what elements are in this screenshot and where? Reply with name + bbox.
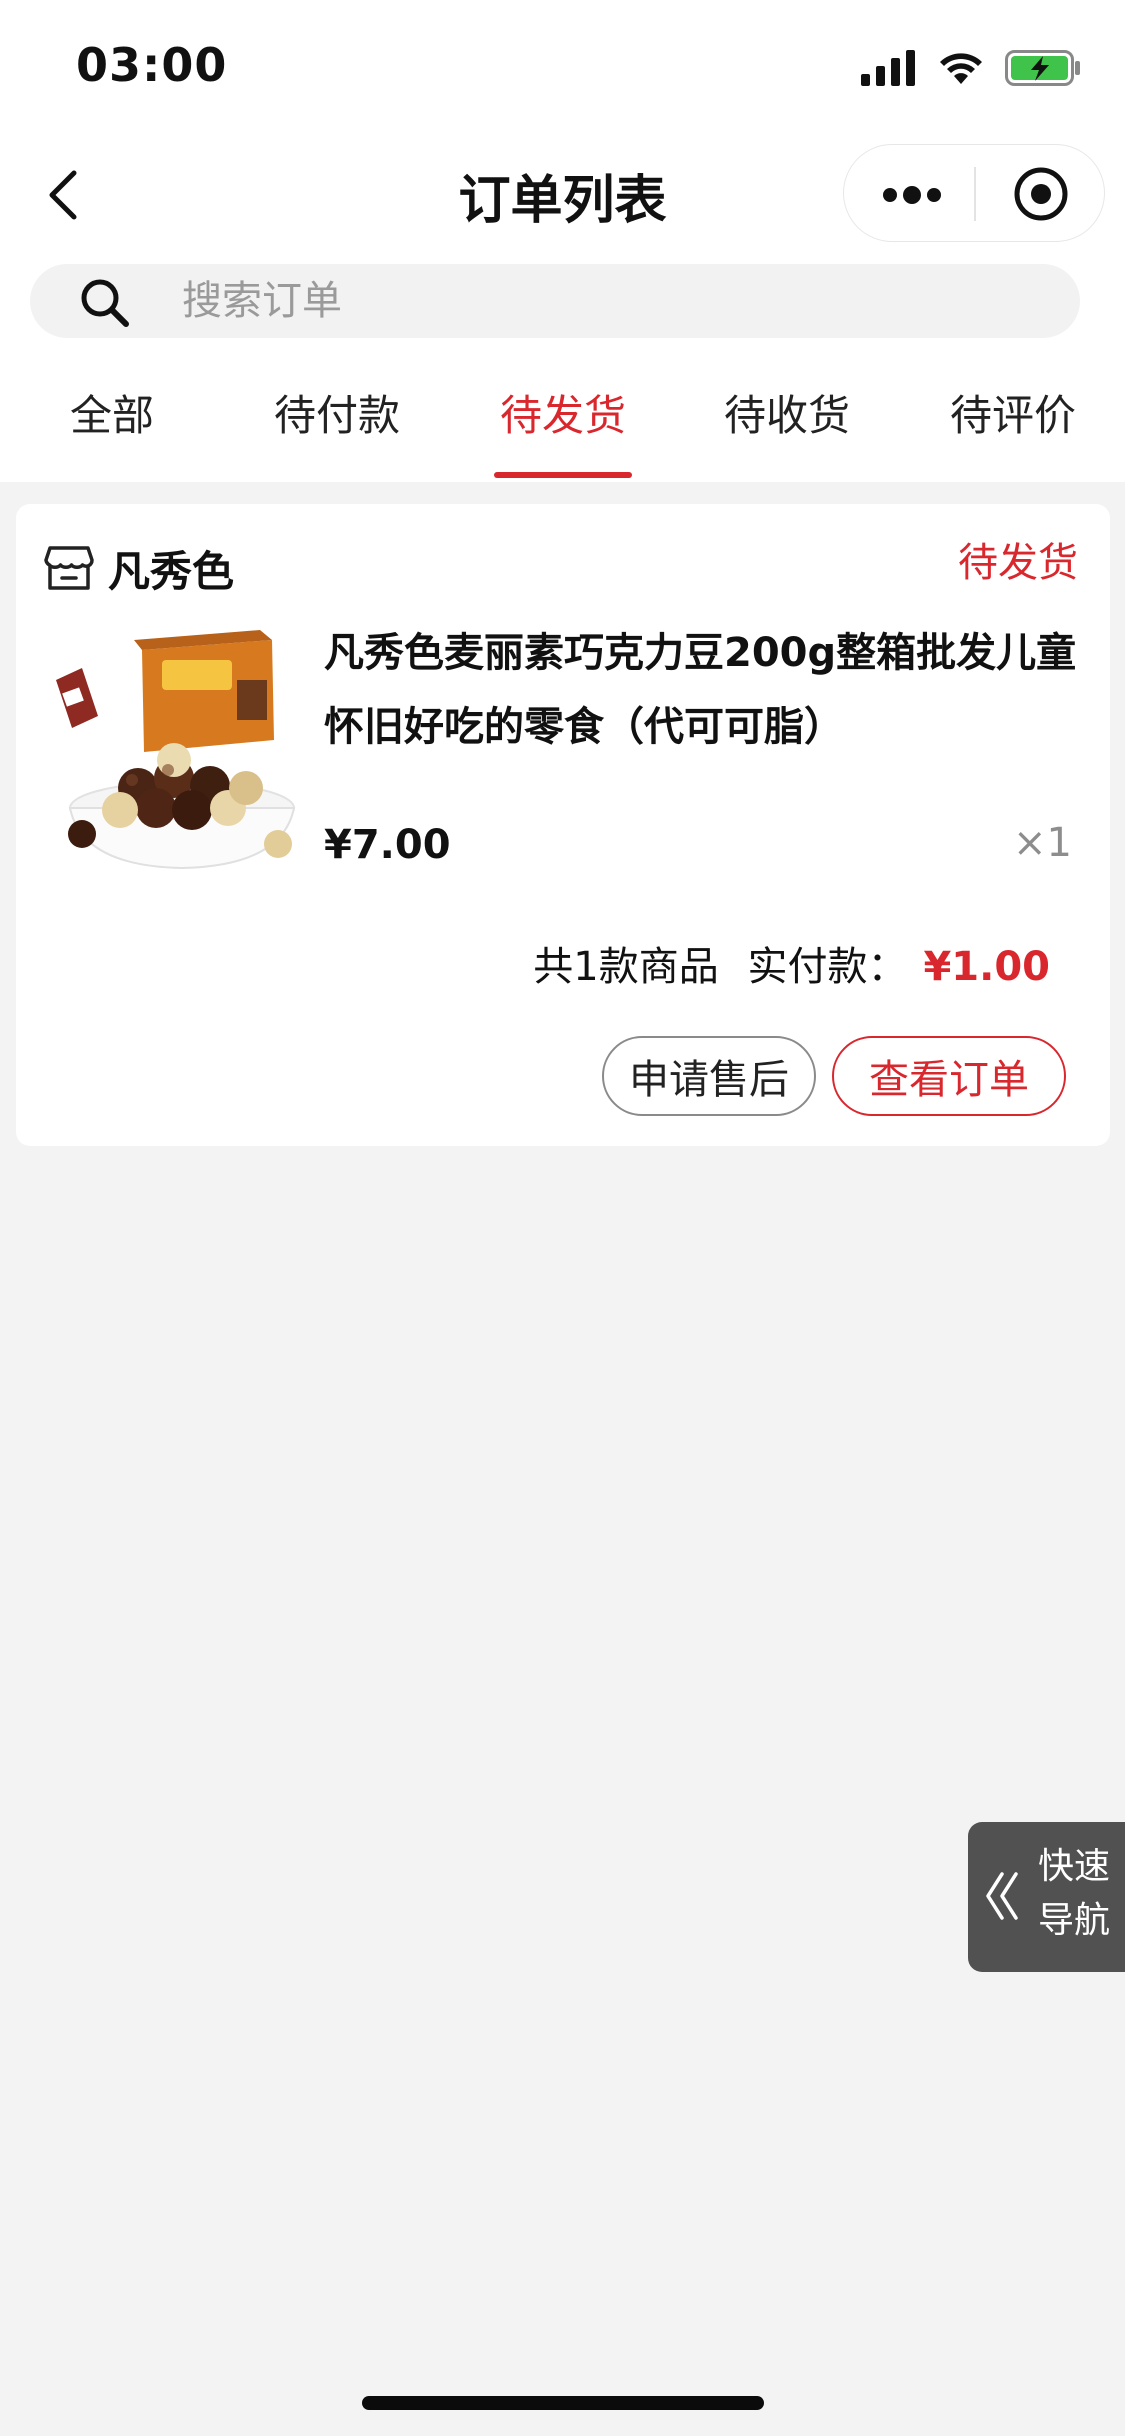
status-bar: 03:00 — [0, 0, 1125, 132]
status-icons — [861, 44, 1081, 92]
tab-all[interactable]: 全部 — [70, 382, 154, 443]
capsule-divider — [974, 167, 976, 221]
quick-nav-button[interactable]: 快速 导航 — [968, 1822, 1125, 1972]
quick-nav-line1: 快速 — [1037, 1846, 1110, 1887]
tab-pending-receipt[interactable]: 待收货 — [724, 382, 850, 443]
quick-nav-line2: 导航 — [1037, 1900, 1110, 1941]
paid-amount: ¥1.00 — [923, 944, 1050, 990]
signal-icon — [861, 50, 915, 86]
search-input[interactable] — [180, 264, 1040, 338]
nav-bar: 订单列表 — [0, 140, 1125, 250]
item-count-text: 共1款商品 — [533, 944, 719, 990]
home-indicator[interactable] — [362, 2396, 764, 2410]
tab-pending-shipment[interactable]: 待发货 — [500, 382, 626, 443]
quick-nav-label: 快速 导航 — [1026, 1840, 1122, 1948]
chocolate-balls-product-image — [42, 620, 298, 876]
order-summary: 共1款商品 实付款： ¥1.00 — [533, 934, 1050, 992]
product-title[interactable]: 凡秀色麦丽素巧克力豆200g整箱批发儿童怀旧好吃的零食（代可可脂） — [324, 616, 1114, 764]
apply-after-sale-button[interactable]: 申请售后 — [602, 1036, 816, 1116]
paid-label: 实付款： — [747, 944, 908, 990]
shop-name[interactable]: 凡秀色 — [108, 538, 234, 599]
order-status-badge: 待发货 — [958, 540, 1078, 586]
store-icon — [44, 546, 94, 590]
order-tabs: 全部 待付款 待发货 待收货 待评价 — [0, 370, 1125, 482]
more-dots-icon[interactable] — [880, 175, 944, 215]
double-chevron-left-icon — [986, 1872, 1018, 1920]
order-card[interactable]: 凡秀色 待发货 凡秀色麦丽素巧克力豆200g整箱批发儿童怀旧好吃的零食（代可可脂… — [16, 504, 1110, 1146]
battery-charging-icon — [1005, 50, 1080, 86]
view-order-button[interactable]: 查看订单 — [832, 1036, 1066, 1116]
product-price: ¥7.00 — [324, 822, 451, 868]
close-target-icon[interactable] — [1012, 165, 1070, 223]
product-quantity: ×1 — [1013, 820, 1072, 866]
tab-pending-payment[interactable]: 待付款 — [274, 382, 400, 443]
status-time: 03:00 — [76, 38, 228, 92]
mini-program-capsule — [843, 144, 1105, 242]
search-bar[interactable] — [30, 264, 1080, 338]
wifi-icon — [940, 53, 982, 84]
active-tab-indicator — [494, 472, 632, 478]
search-icon — [81, 279, 129, 327]
product-image[interactable] — [42, 620, 298, 876]
tab-pending-review[interactable]: 待评价 — [950, 382, 1076, 443]
